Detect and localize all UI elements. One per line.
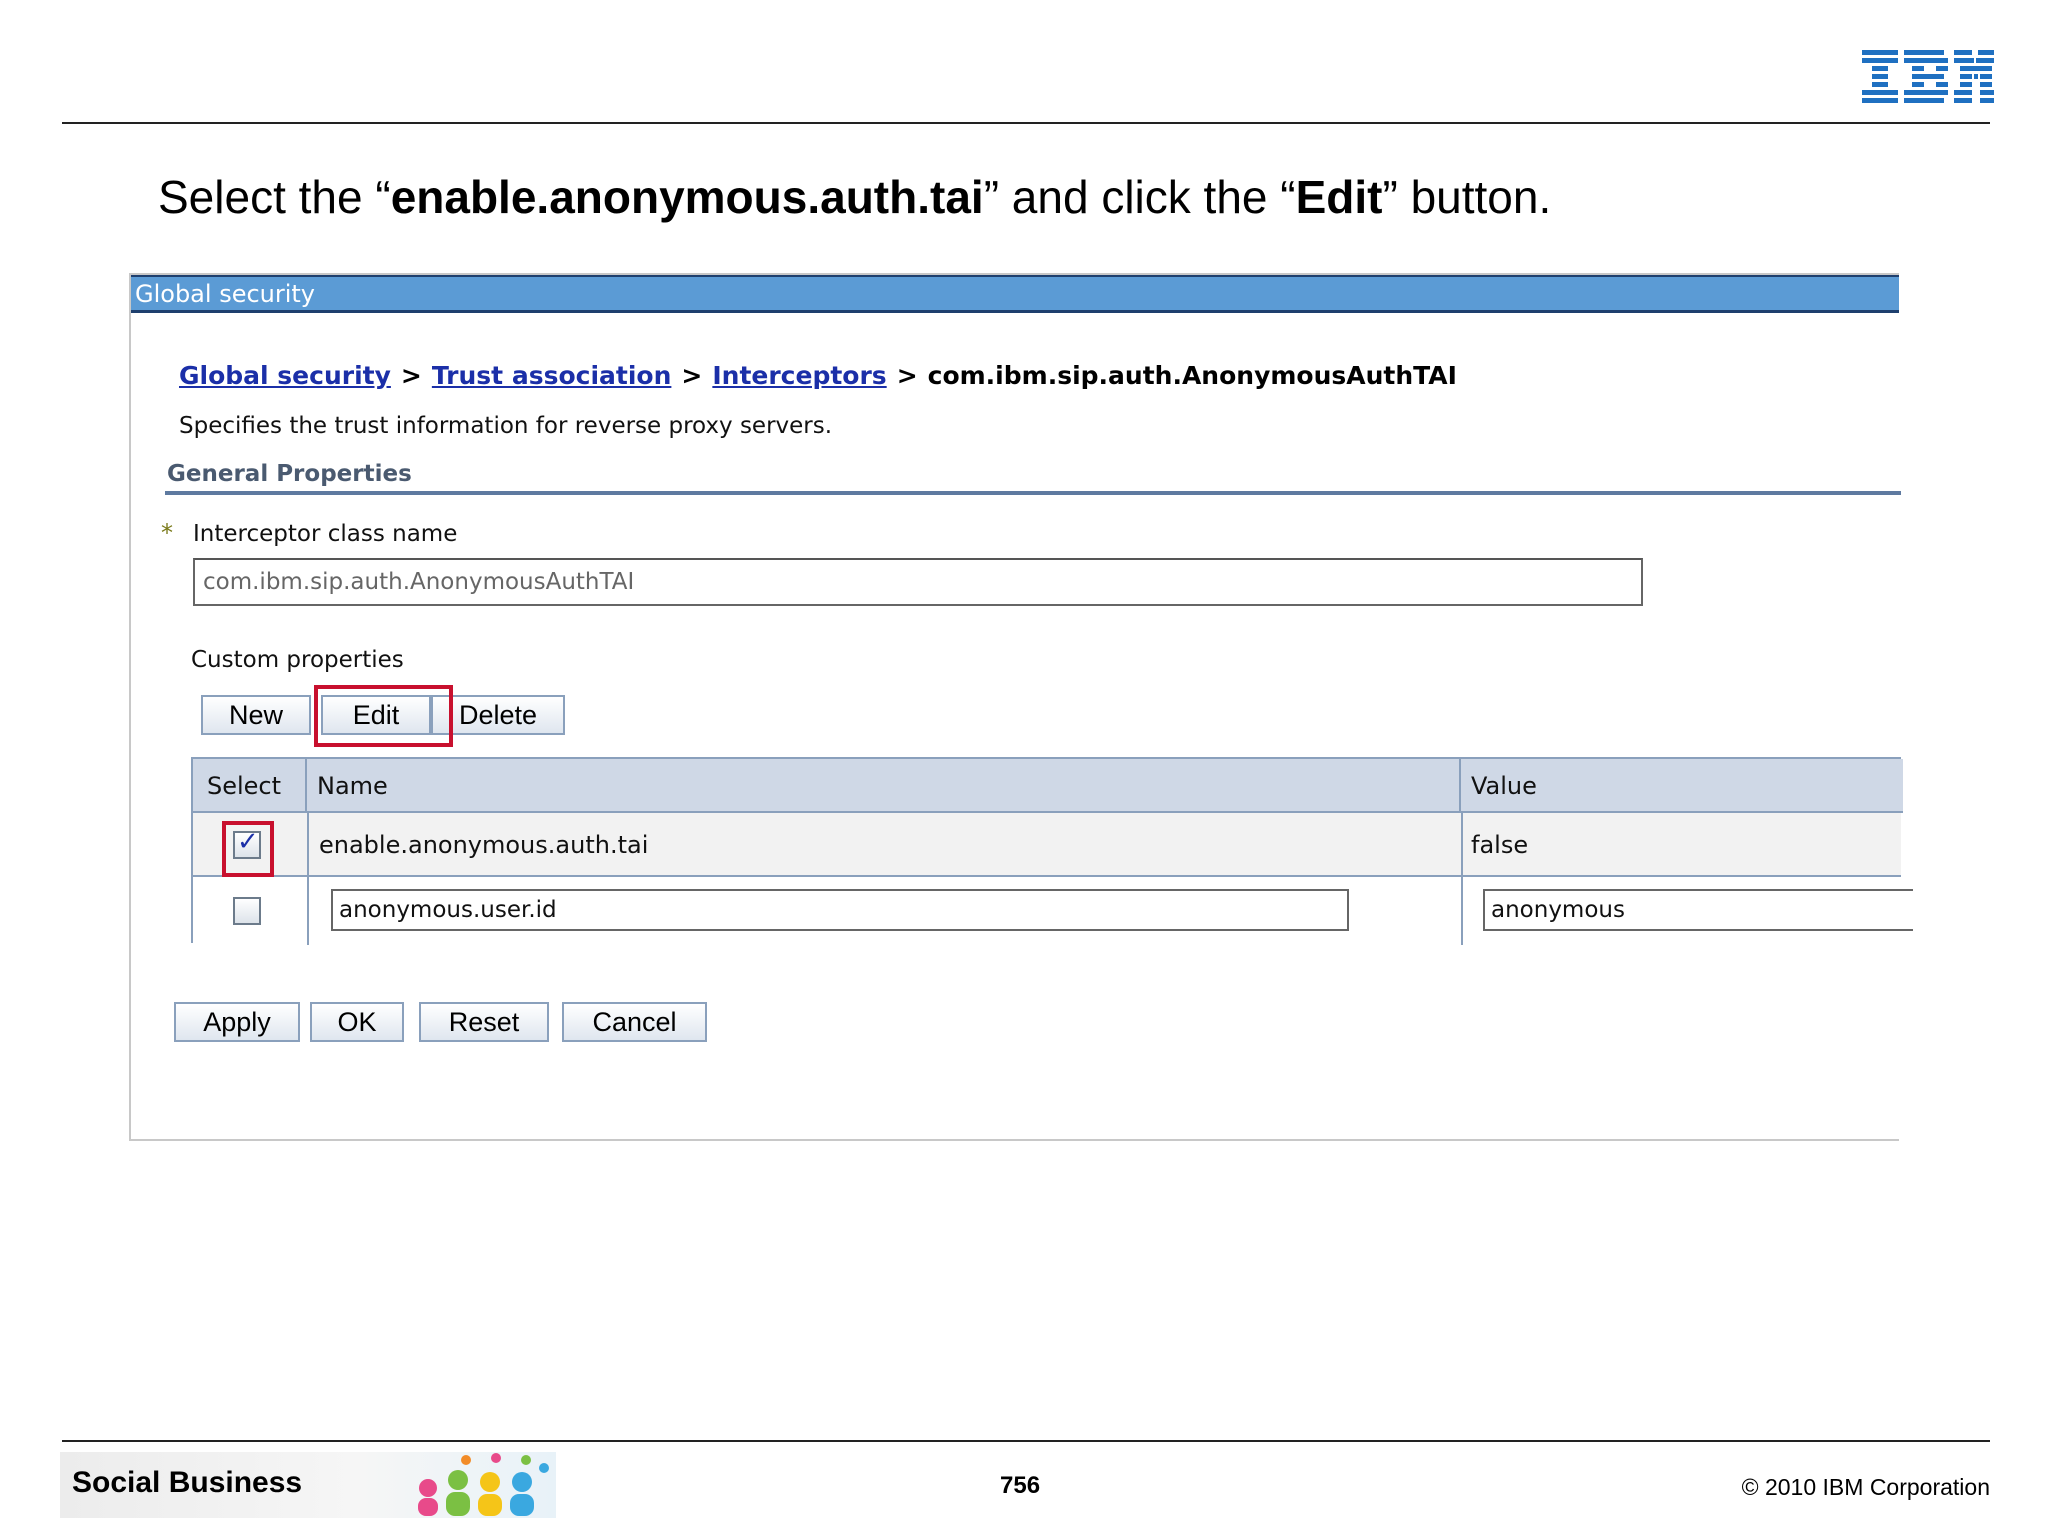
breadcrumb-separator: >: [400, 361, 422, 390]
property-name[interactable]: enable.anonymous.auth.tai: [319, 831, 648, 859]
property-value: false: [1471, 831, 1529, 859]
breadcrumb: Global security > Trust association > Interc…: [179, 361, 1457, 390]
breadcrumb-current: com.ibm.sip.auth.AnonymousAuthTAI: [927, 361, 1457, 390]
top-divider: [62, 122, 1990, 124]
banner-label: Social Business: [72, 1466, 303, 1499]
breadcrumb-separator: >: [681, 361, 703, 390]
column-divider: [1461, 813, 1463, 945]
column-divider: [307, 813, 309, 945]
people-illustration-icon: [418, 1453, 549, 1516]
social-business-banner: Social Business: [60, 1452, 556, 1518]
breadcrumb-link-global-security[interactable]: Global security: [179, 361, 391, 390]
checkbox-highlight: [222, 821, 274, 877]
new-button[interactable]: New: [201, 695, 311, 735]
footer-divider: [62, 1440, 1990, 1442]
property-value-input[interactable]: [1483, 889, 1913, 931]
cancel-button[interactable]: Cancel: [562, 1002, 707, 1042]
column-header-value[interactable]: Value: [1461, 759, 1903, 813]
table-row: [193, 879, 1913, 943]
table-row: ✓ enable.anonymous.auth.tai false: [193, 813, 1901, 877]
page-number: 756: [1000, 1472, 1041, 1499]
property-name-input[interactable]: [331, 889, 1349, 931]
page-description: Specifies the trust information for reve…: [179, 413, 833, 439]
custom-properties-label: Custom properties: [191, 647, 404, 673]
console-screenshot: Global security Global security > Trust as…: [129, 273, 1913, 1141]
ibm-logo: [1862, 50, 1994, 103]
breadcrumb-link-interceptors[interactable]: Interceptors: [712, 361, 886, 390]
row-select-checkbox[interactable]: [233, 897, 261, 925]
instruction-property-name: enable.anonymous.auth.tai: [390, 171, 984, 223]
section-divider: [165, 491, 1901, 495]
instruction-text: Select the “enable.anonymous.auth.tai” a…: [158, 171, 1552, 223]
panel-header: Global security: [131, 275, 1899, 313]
required-icon: *: [161, 519, 173, 547]
section-title: General Properties: [167, 461, 412, 487]
ok-button[interactable]: OK: [310, 1002, 404, 1042]
interceptor-class-input[interactable]: [193, 558, 1643, 606]
apply-button[interactable]: Apply: [174, 1002, 300, 1042]
column-header-name[interactable]: Name: [307, 759, 1461, 813]
column-header-select[interactable]: Select: [193, 759, 307, 813]
interceptor-class-label: Interceptor class name: [193, 521, 458, 547]
edit-button-highlight: [314, 685, 453, 747]
custom-properties-table: Select Name Value ✓ enable.anonymous.aut…: [191, 757, 1913, 945]
breadcrumb-link-trust-association[interactable]: Trust association: [432, 361, 672, 390]
instruction-button-name: Edit: [1295, 171, 1383, 223]
breadcrumb-separator: >: [896, 361, 918, 390]
copyright-text: © 2010 IBM Corporation: [1741, 1474, 1990, 1500]
reset-button[interactable]: Reset: [419, 1002, 549, 1042]
